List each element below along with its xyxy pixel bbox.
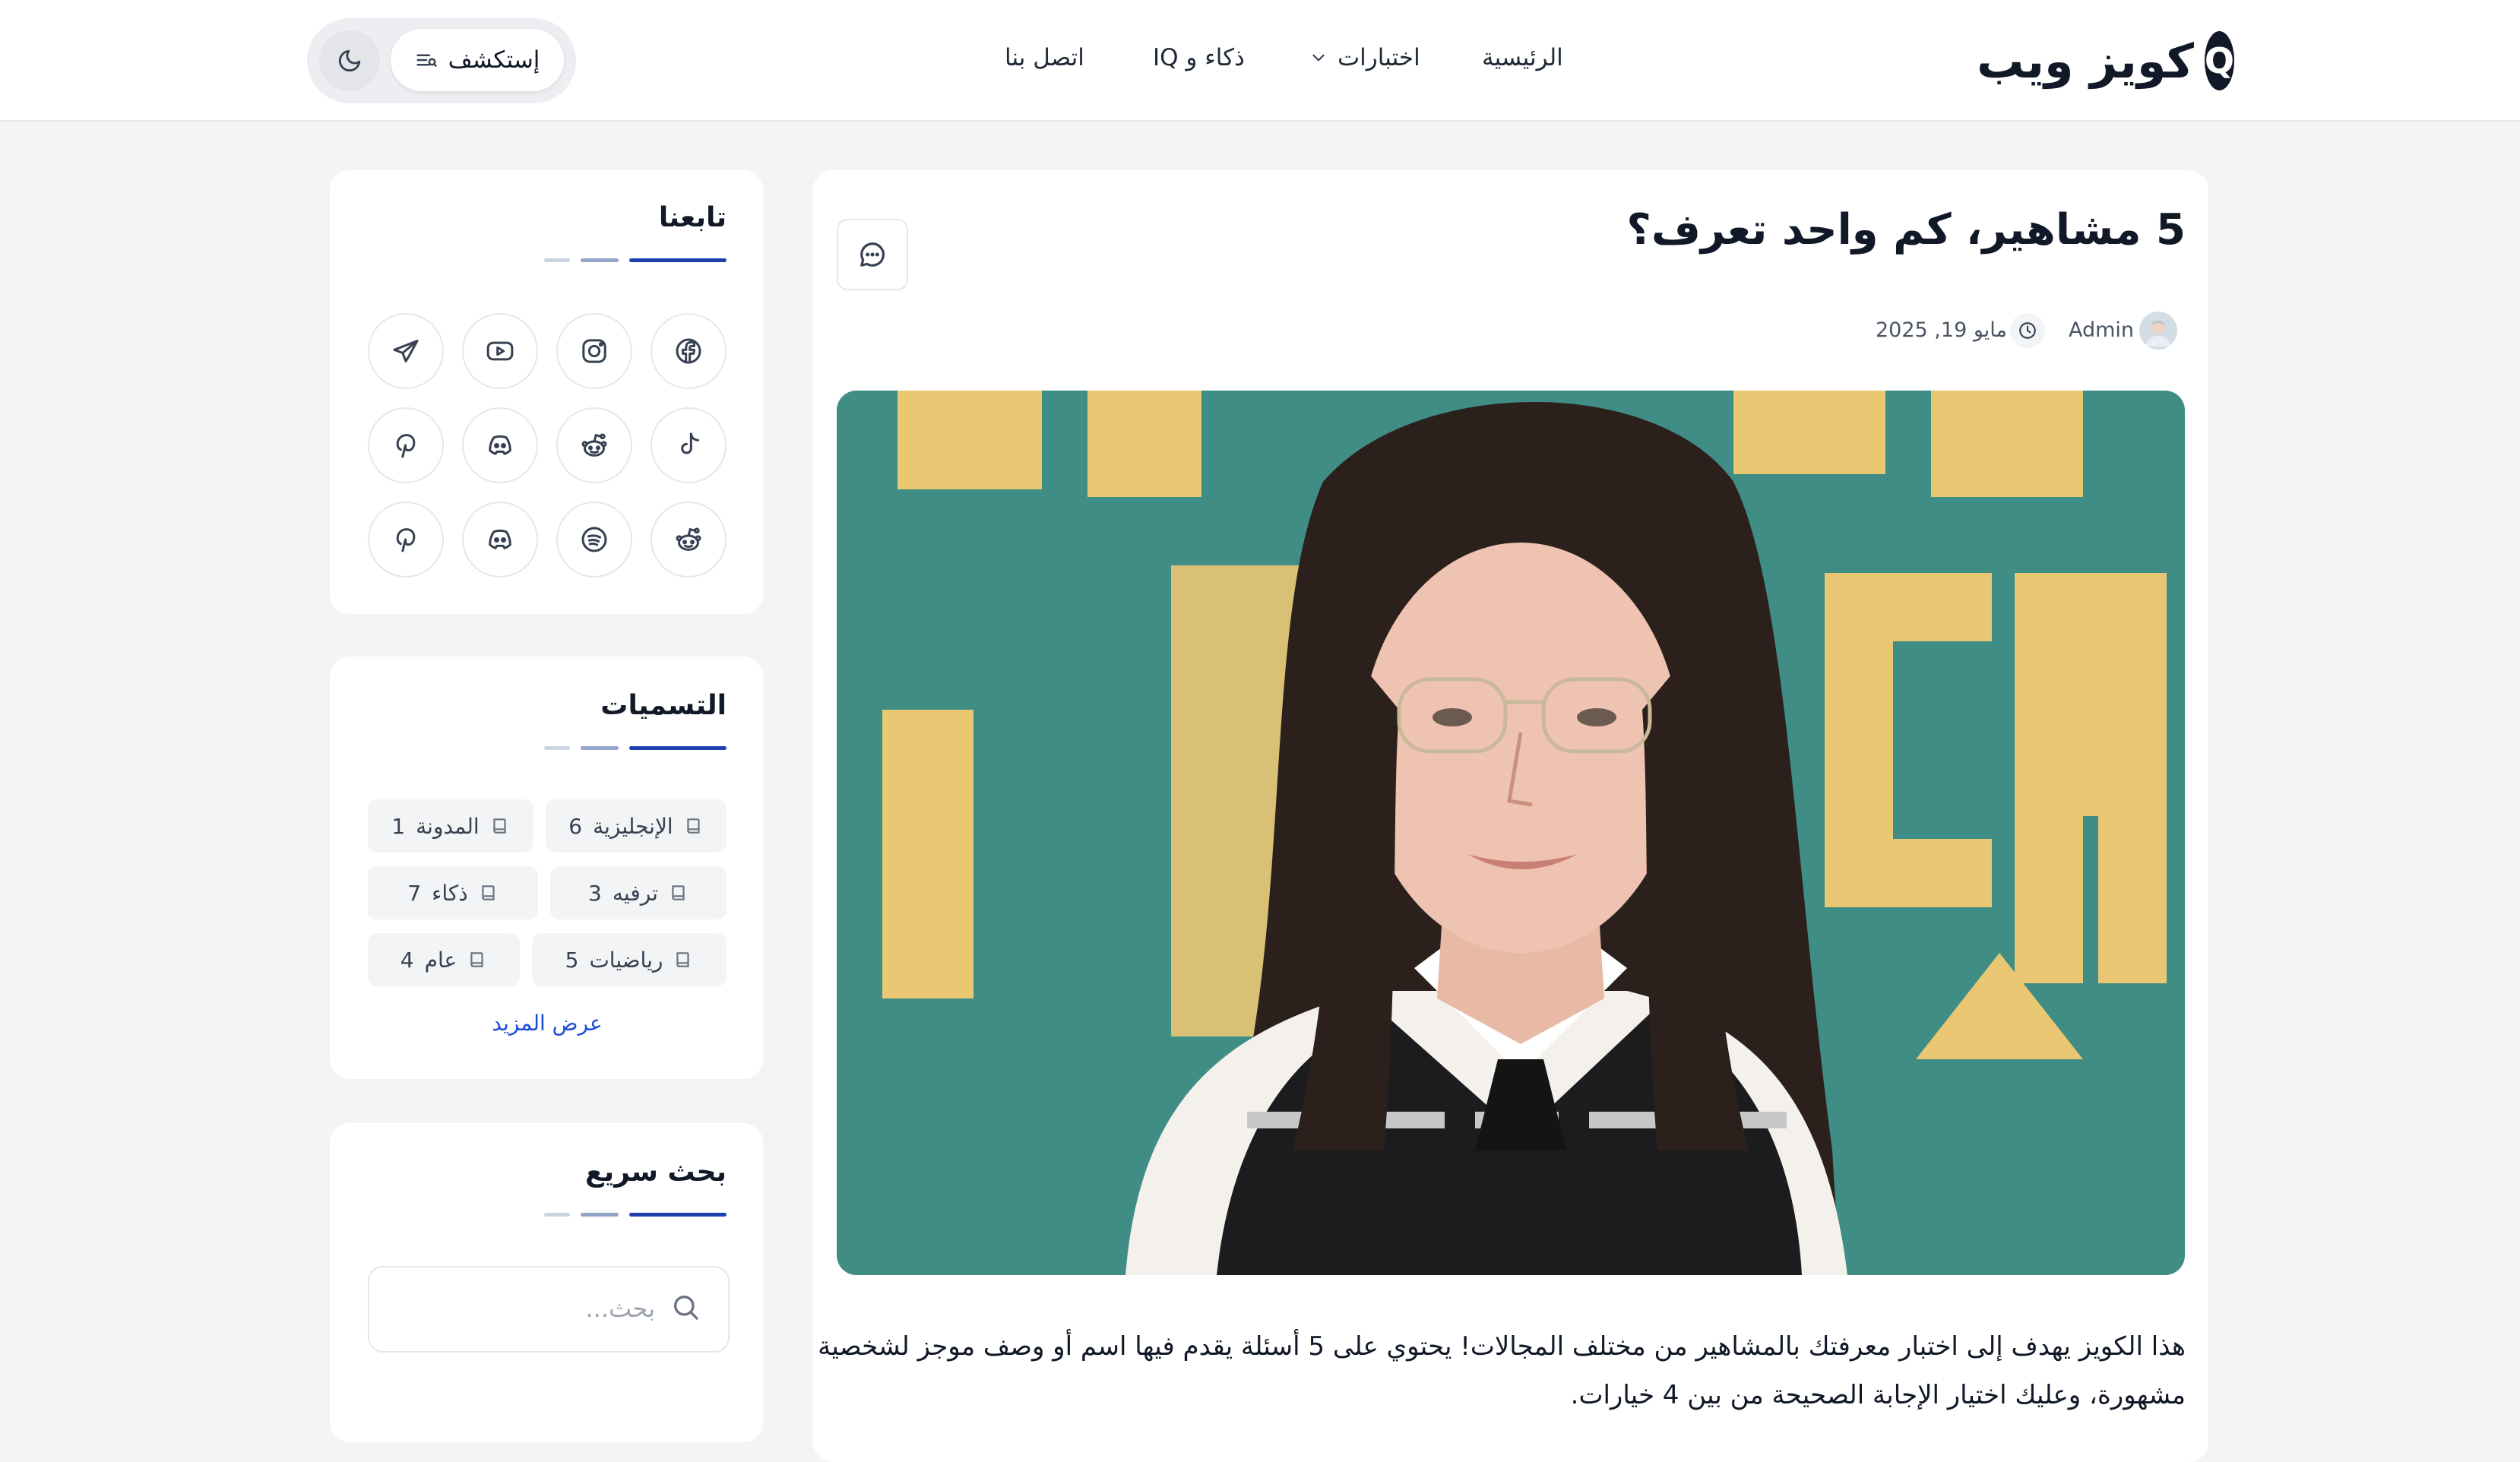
article-hero-image xyxy=(837,391,2185,1275)
explore-label: إستكشف xyxy=(448,46,540,74)
title-rule-secondary xyxy=(581,258,619,262)
chevron-down-icon xyxy=(1309,48,1328,68)
nav-home[interactable]: الرئيسية xyxy=(1482,36,1563,79)
youtube-link[interactable] xyxy=(462,313,538,389)
explore-button[interactable]: إستكشف xyxy=(391,29,564,91)
nav-home-label: الرئيسية xyxy=(1482,44,1563,71)
label-count: 6 xyxy=(568,813,583,839)
book-icon xyxy=(490,816,510,836)
title-rule-tertiary xyxy=(544,258,570,262)
reddit-icon xyxy=(579,430,609,460)
spotify-icon xyxy=(579,524,609,555)
article-body-line-2: مشهورة، وعليك اختيار الإجابة الصحيحة من … xyxy=(1570,1380,2186,1410)
telegram-link[interactable] xyxy=(368,313,444,389)
filter-list-icon xyxy=(415,49,438,71)
label-chip[interactable]: رياضيات 5 xyxy=(532,933,727,986)
pinterest-link-2[interactable] xyxy=(368,502,444,578)
article-body-line-1: هذا الكويز يهدف إلى اختبار معرفتك بالمشا… xyxy=(818,1331,2186,1362)
telegram-icon xyxy=(391,336,421,366)
comments-button[interactable] xyxy=(837,219,908,290)
nav-iq[interactable]: ذكاء و IQ xyxy=(1153,36,1245,79)
title-rule-primary xyxy=(629,1213,727,1217)
nav-quizzes[interactable]: اختبارات xyxy=(1309,36,1420,79)
logo-text: كويز ويب xyxy=(1977,33,2194,89)
label-count: 1 xyxy=(391,813,406,839)
book-icon xyxy=(684,816,704,836)
title-rule-tertiary xyxy=(544,1213,570,1217)
nav-iq-label: ذكاء و IQ xyxy=(1153,44,1245,71)
post-date: مايو 19, 2025 xyxy=(1876,318,2007,342)
labels-title: التسميات xyxy=(600,690,727,721)
spotify-link[interactable] xyxy=(556,502,632,578)
label-count: 5 xyxy=(565,947,579,973)
title-rule-tertiary xyxy=(544,746,570,750)
title-rule-primary xyxy=(629,258,727,262)
follow-title: تابعنا xyxy=(658,202,727,233)
book-icon xyxy=(479,883,499,903)
facebook-link[interactable] xyxy=(651,313,727,389)
discord-link[interactable] xyxy=(462,407,538,483)
youtube-icon xyxy=(485,336,515,366)
label-chip[interactable]: الإنجليزية 6 xyxy=(546,799,727,853)
reddit-link-2[interactable] xyxy=(651,502,727,578)
label-name: الإنجليزية xyxy=(593,813,673,839)
pinterest-link[interactable] xyxy=(368,407,444,483)
dark-mode-toggle[interactable] xyxy=(319,30,380,91)
nav-contact-label: اتصل بنا xyxy=(1005,44,1084,71)
book-icon xyxy=(669,883,689,903)
discord-icon xyxy=(485,430,515,460)
tiktok-icon xyxy=(673,430,704,460)
book-icon xyxy=(467,950,487,970)
author-avatar[interactable] xyxy=(2139,312,2177,350)
label-chip[interactable]: المدونة 1 xyxy=(368,799,533,853)
author-name[interactable]: Admin xyxy=(2069,310,2134,350)
label-count: 3 xyxy=(588,880,602,906)
label-name: عام xyxy=(424,947,457,973)
facebook-icon xyxy=(673,336,704,366)
tiktok-link[interactable] xyxy=(651,407,727,483)
label-name: المدونة xyxy=(416,813,480,839)
quick-search-title: بحث سريع xyxy=(584,1157,727,1188)
search-icon[interactable] xyxy=(670,1292,701,1322)
instagram-link[interactable] xyxy=(556,313,632,389)
pinterest-icon xyxy=(391,524,421,555)
title-rule-secondary xyxy=(581,1213,619,1217)
comment-icon xyxy=(858,240,887,269)
book-icon xyxy=(673,950,693,970)
clock-icon xyxy=(2010,313,2045,348)
discord-icon xyxy=(485,524,515,555)
moon-icon xyxy=(337,48,362,74)
label-chip[interactable]: ذكاء 7 xyxy=(368,866,538,919)
label-chip[interactable]: ترفيه 3 xyxy=(550,866,727,919)
reddit-link[interactable] xyxy=(556,407,632,483)
label-name: رياضيات xyxy=(589,947,663,973)
title-rule-secondary xyxy=(581,746,619,750)
site-header: Q كويز ويب الرئيسية اختبارات ذكاء و IQ ا… xyxy=(0,0,2520,122)
label-name: ذكاء xyxy=(432,880,468,906)
site-logo[interactable]: Q كويز ويب xyxy=(1977,30,2234,91)
article-title: 5 مشاهير، كم واحد تعرف؟ xyxy=(1626,205,2186,255)
nav-contact[interactable]: اتصل بنا xyxy=(1005,36,1084,79)
title-rule-primary xyxy=(629,746,727,750)
search-input[interactable] xyxy=(395,1281,657,1336)
instagram-icon xyxy=(579,336,609,366)
pinterest-icon xyxy=(391,430,421,460)
discord-link-2[interactable] xyxy=(462,502,538,578)
label-chip[interactable]: عام 4 xyxy=(368,933,520,986)
show-more-link[interactable]: عرض المزيد xyxy=(426,1011,669,1044)
logo-mark: Q xyxy=(2204,31,2234,90)
nav-quizzes-label: اختبارات xyxy=(1338,44,1420,71)
reddit-icon xyxy=(673,524,704,555)
label-count: 7 xyxy=(407,880,422,906)
label-name: ترفيه xyxy=(612,880,658,906)
label-count: 4 xyxy=(400,947,414,973)
